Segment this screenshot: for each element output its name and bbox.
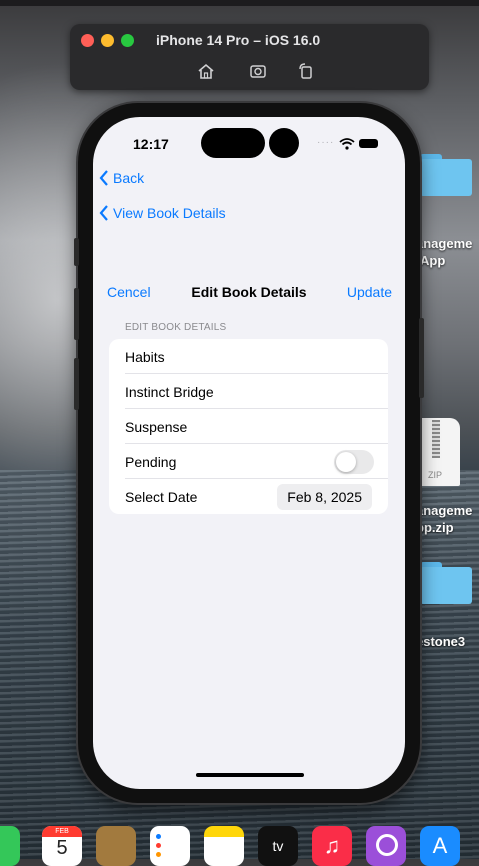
close-window-button[interactable] (81, 34, 94, 47)
zip-file-icon[interactable]: ZIP (418, 418, 460, 486)
home-icon[interactable] (196, 62, 216, 80)
view-book-details-back-button[interactable]: View Book Details (99, 205, 226, 221)
mute-switch (74, 238, 79, 266)
screenshot-icon[interactable] (248, 62, 268, 80)
date-row: Select Date Feb 8, 2025 (109, 479, 388, 514)
edit-form-group: Habits Instinct Bridge Suspense Pending … (109, 339, 388, 514)
tv-label: tv (272, 838, 284, 854)
rotate-icon[interactable] (296, 62, 316, 80)
back-label: Back (113, 170, 145, 186)
desktop-item-label: App (420, 253, 446, 268)
notes-icon[interactable] (204, 826, 244, 866)
apple-tv-icon[interactable]: tv (258, 826, 298, 866)
desktop-folder-icon[interactable] (420, 562, 472, 604)
iphone-device-frame: 12:17 ···· Back View Book Details Edit B… (74, 103, 424, 803)
title-field-value: Habits (125, 349, 165, 365)
status-time: 12:17 (133, 136, 169, 152)
status-label: Pending (125, 454, 177, 470)
volume-up-button (74, 288, 79, 340)
power-button (419, 318, 424, 398)
update-button[interactable]: Update (347, 284, 392, 300)
chevron-left-icon (99, 170, 108, 186)
cancel-button[interactable]: Cencel (107, 284, 151, 300)
facetime-icon[interactable] (0, 826, 20, 866)
wifi-icon (339, 138, 355, 150)
genre-field[interactable]: Suspense (109, 409, 388, 444)
section-header: EDIT BOOK DETAILS (125, 322, 227, 333)
calendar-month: FEB (42, 826, 82, 837)
music-icon[interactable]: ♫ (312, 826, 352, 866)
desktop-folder-icon[interactable] (420, 154, 472, 196)
battery-icon (359, 139, 378, 148)
signal-icon: ···· (317, 137, 335, 148)
back-button[interactable]: Back (99, 170, 144, 186)
desktop-item-label: anageme (416, 236, 473, 251)
chevron-left-icon (99, 205, 108, 221)
minimize-window-button[interactable] (101, 34, 114, 47)
simulator-title: iPhone 14 Pro – iOS 16.0 (156, 32, 321, 48)
desktop-item-label: estone3 (416, 634, 466, 649)
status-toggle[interactable] (334, 450, 374, 474)
desktop-item-label: pp.zip (416, 520, 454, 535)
author-field[interactable]: Instinct Bridge (109, 374, 388, 409)
genre-field-value: Suspense (125, 419, 188, 435)
phone-screen: 12:17 ···· Back View Book Details Edit B… (93, 117, 405, 789)
volume-down-button (74, 358, 79, 410)
author-field-value: Instinct Bridge (125, 384, 214, 400)
calendar-day: 5 (56, 837, 68, 859)
title-field[interactable]: Habits (109, 339, 388, 374)
podcasts-icon[interactable] (366, 826, 406, 866)
simulator-toolbar: iPhone 14 Pro – iOS 16.0 (70, 24, 429, 90)
dynamic-island (201, 128, 265, 158)
menu-bar (0, 0, 479, 6)
calendar-icon[interactable]: FEB 5 (42, 826, 82, 866)
zip-badge: ZIP (428, 470, 443, 480)
back2-label: View Book Details (113, 205, 226, 221)
date-label: Select Date (125, 489, 198, 505)
app-store-icon[interactable]: A (420, 826, 460, 866)
desktop-item-label: anageme (416, 503, 473, 518)
home-indicator (196, 773, 304, 777)
status-row: Pending (109, 444, 388, 479)
contacts-icon[interactable] (96, 826, 136, 866)
sheet-navigation-bar: Edit Book Details Cencel Update (93, 280, 405, 304)
zoom-window-button[interactable] (121, 34, 134, 47)
date-picker-button[interactable]: Feb 8, 2025 (277, 484, 372, 510)
front-camera (269, 128, 299, 158)
reminders-icon[interactable] (150, 826, 190, 866)
